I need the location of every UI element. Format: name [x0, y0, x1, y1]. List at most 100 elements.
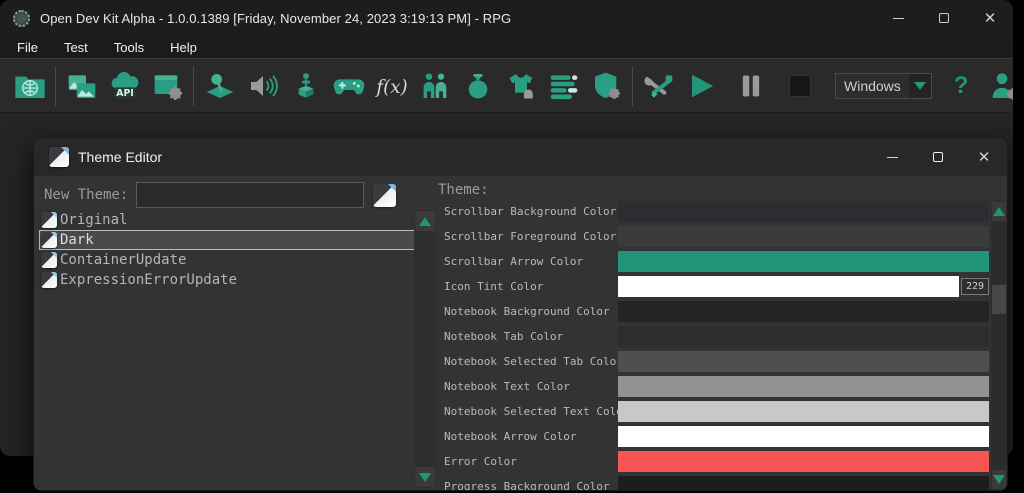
toolbar: API f(x) Windows ? — [0, 59, 1013, 113]
property-label: Icon Tint Color — [444, 280, 544, 293]
minimize-icon — [886, 156, 898, 158]
menu-item[interactable]: File — [4, 38, 51, 57]
scroll-down-button[interactable] — [415, 467, 435, 487]
property-color-swatch[interactable] — [618, 426, 989, 447]
stop-button[interactable] — [778, 64, 821, 108]
stop-icon — [788, 74, 811, 97]
new-theme-input[interactable] — [136, 182, 365, 208]
theme-property-row: Notebook Tab Color — [438, 326, 989, 347]
theme-name: ContainerUpdate — [60, 252, 187, 268]
close-icon: ✕ — [983, 9, 997, 27]
window-settings-icon[interactable] — [146, 64, 189, 108]
theme-editor-dialog: Theme Editor ✕ New Theme: Theme: Origina… — [33, 137, 1008, 491]
audio-icon[interactable] — [241, 64, 284, 108]
minimize-button[interactable] — [875, 0, 921, 36]
scroll-down-button[interactable] — [992, 470, 1006, 489]
map-icon[interactable] — [198, 64, 241, 108]
play-button[interactable] — [680, 64, 723, 108]
property-color-swatch[interactable] — [618, 201, 989, 222]
theme-name: Original — [60, 212, 128, 228]
levels-icon[interactable] — [542, 64, 585, 108]
arrow-down-icon — [993, 475, 1005, 484]
dialog-window-controls: ✕ — [869, 138, 1007, 176]
character-icon[interactable] — [284, 64, 327, 108]
theme-properties-list: Scrollbar Background Color Scrollbar For… — [438, 201, 989, 490]
property-value-box[interactable]: 229 — [961, 278, 989, 295]
theme-list-scrollbar[interactable] — [414, 210, 436, 488]
platform-dropdown[interactable]: Windows — [835, 72, 932, 99]
new-theme-label: New Theme: — [44, 187, 129, 203]
gamepad-icon[interactable] — [327, 64, 370, 108]
theme-list-item[interactable]: Dark — [39, 230, 415, 250]
property-label: Scrollbar Foreground Color — [444, 230, 617, 243]
theme-list-item[interactable]: ContainerUpdate — [39, 250, 415, 270]
screen: Open Dev Kit Alpha - 1.0.0.1389 [Friday,… — [0, 0, 1024, 493]
scroll-up-button[interactable] — [992, 202, 1006, 221]
maximize-button[interactable] — [921, 0, 967, 36]
main-titlebar[interactable]: Open Dev Kit Alpha - 1.0.0.1389 [Friday,… — [0, 0, 1013, 36]
people-icon[interactable] — [413, 64, 456, 108]
scrollbar-thumb[interactable] — [992, 285, 1006, 314]
dialog-title: Theme Editor — [78, 149, 163, 165]
property-color-swatch[interactable] — [618, 351, 989, 372]
theme-list: Original Dark ContainerUpdate Expression… — [39, 210, 437, 490]
platform-dropdown-value: Windows — [844, 77, 901, 94]
help-button[interactable]: ? — [946, 72, 977, 100]
property-label: Notebook Tab Color — [444, 330, 564, 343]
security-icon[interactable] — [585, 64, 628, 108]
properties-scrollbar[interactable] — [991, 201, 1007, 490]
maximize-icon — [933, 152, 943, 162]
property-label: Notebook Selected Tab Color — [444, 355, 618, 368]
property-color-swatch[interactable] — [618, 476, 989, 490]
dialog-minimize-button[interactable] — [869, 138, 915, 176]
pause-button[interactable] — [729, 64, 772, 108]
scroll-up-button[interactable] — [415, 211, 435, 231]
property-label: Notebook Text Color — [444, 380, 570, 393]
account-settings-icon[interactable] — [982, 64, 1013, 108]
property-color-swatch[interactable] — [618, 376, 989, 397]
theme-property-row: Scrollbar Background Color — [438, 201, 989, 222]
screenshot-folder-icon[interactable] — [8, 64, 51, 108]
property-label: Error Color — [444, 455, 517, 468]
equipment-icon[interactable] — [499, 64, 542, 108]
theme-name: Dark — [60, 232, 94, 248]
property-color-swatch[interactable] — [618, 326, 989, 347]
add-theme-button[interactable] — [373, 183, 397, 207]
menu-item[interactable]: Help — [157, 38, 210, 57]
dialog-titlebar[interactable]: Theme Editor ✕ — [34, 138, 1007, 176]
menu-item[interactable]: Tools — [101, 38, 157, 57]
theme-editor-icon — [49, 147, 69, 167]
main-window-title: Open Dev Kit Alpha - 1.0.0.1389 [Friday,… — [40, 10, 512, 26]
property-color-swatch[interactable] — [618, 251, 989, 272]
dropdown-arrow-button[interactable] — [908, 73, 931, 98]
close-button[interactable]: ✕ — [967, 0, 1013, 36]
theme-list-item[interactable]: Original — [39, 210, 415, 230]
api-icon[interactable]: API — [103, 64, 146, 108]
maximize-icon — [939, 13, 949, 23]
theme-icon — [41, 232, 57, 248]
property-color-swatch[interactable] — [618, 401, 989, 422]
svg-text:f(x): f(x) — [375, 77, 408, 98]
theme-icon — [41, 252, 57, 268]
theme-property-row: Notebook Background Color — [438, 301, 989, 322]
menu-bar: File Test Tools Help — [0, 36, 1013, 59]
menu-item[interactable]: Test — [51, 38, 101, 57]
main-window-controls: ✕ — [875, 0, 1013, 36]
build-tools-icon[interactable] — [637, 64, 680, 108]
function-icon[interactable]: f(x) — [370, 64, 413, 108]
property-label: Notebook Selected Text Color — [444, 405, 618, 418]
arrow-up-icon — [993, 207, 1005, 216]
dialog-close-button[interactable]: ✕ — [961, 138, 1007, 176]
svg-text:API: API — [116, 88, 134, 99]
dialog-maximize-button[interactable] — [915, 138, 961, 176]
currency-icon[interactable] — [456, 64, 499, 108]
theme-property-row: Notebook Selected Tab Color — [438, 351, 989, 372]
property-color-swatch[interactable] — [618, 226, 989, 247]
images-icon[interactable] — [60, 64, 103, 108]
theme-list-item[interactable]: ExpressionErrorUpdate — [39, 270, 415, 290]
property-label: Scrollbar Background Color — [444, 205, 617, 218]
property-color-swatch[interactable] — [618, 301, 989, 322]
arrow-up-icon — [419, 216, 431, 226]
property-color-swatch[interactable] — [618, 276, 959, 297]
property-color-swatch[interactable] — [618, 451, 989, 472]
